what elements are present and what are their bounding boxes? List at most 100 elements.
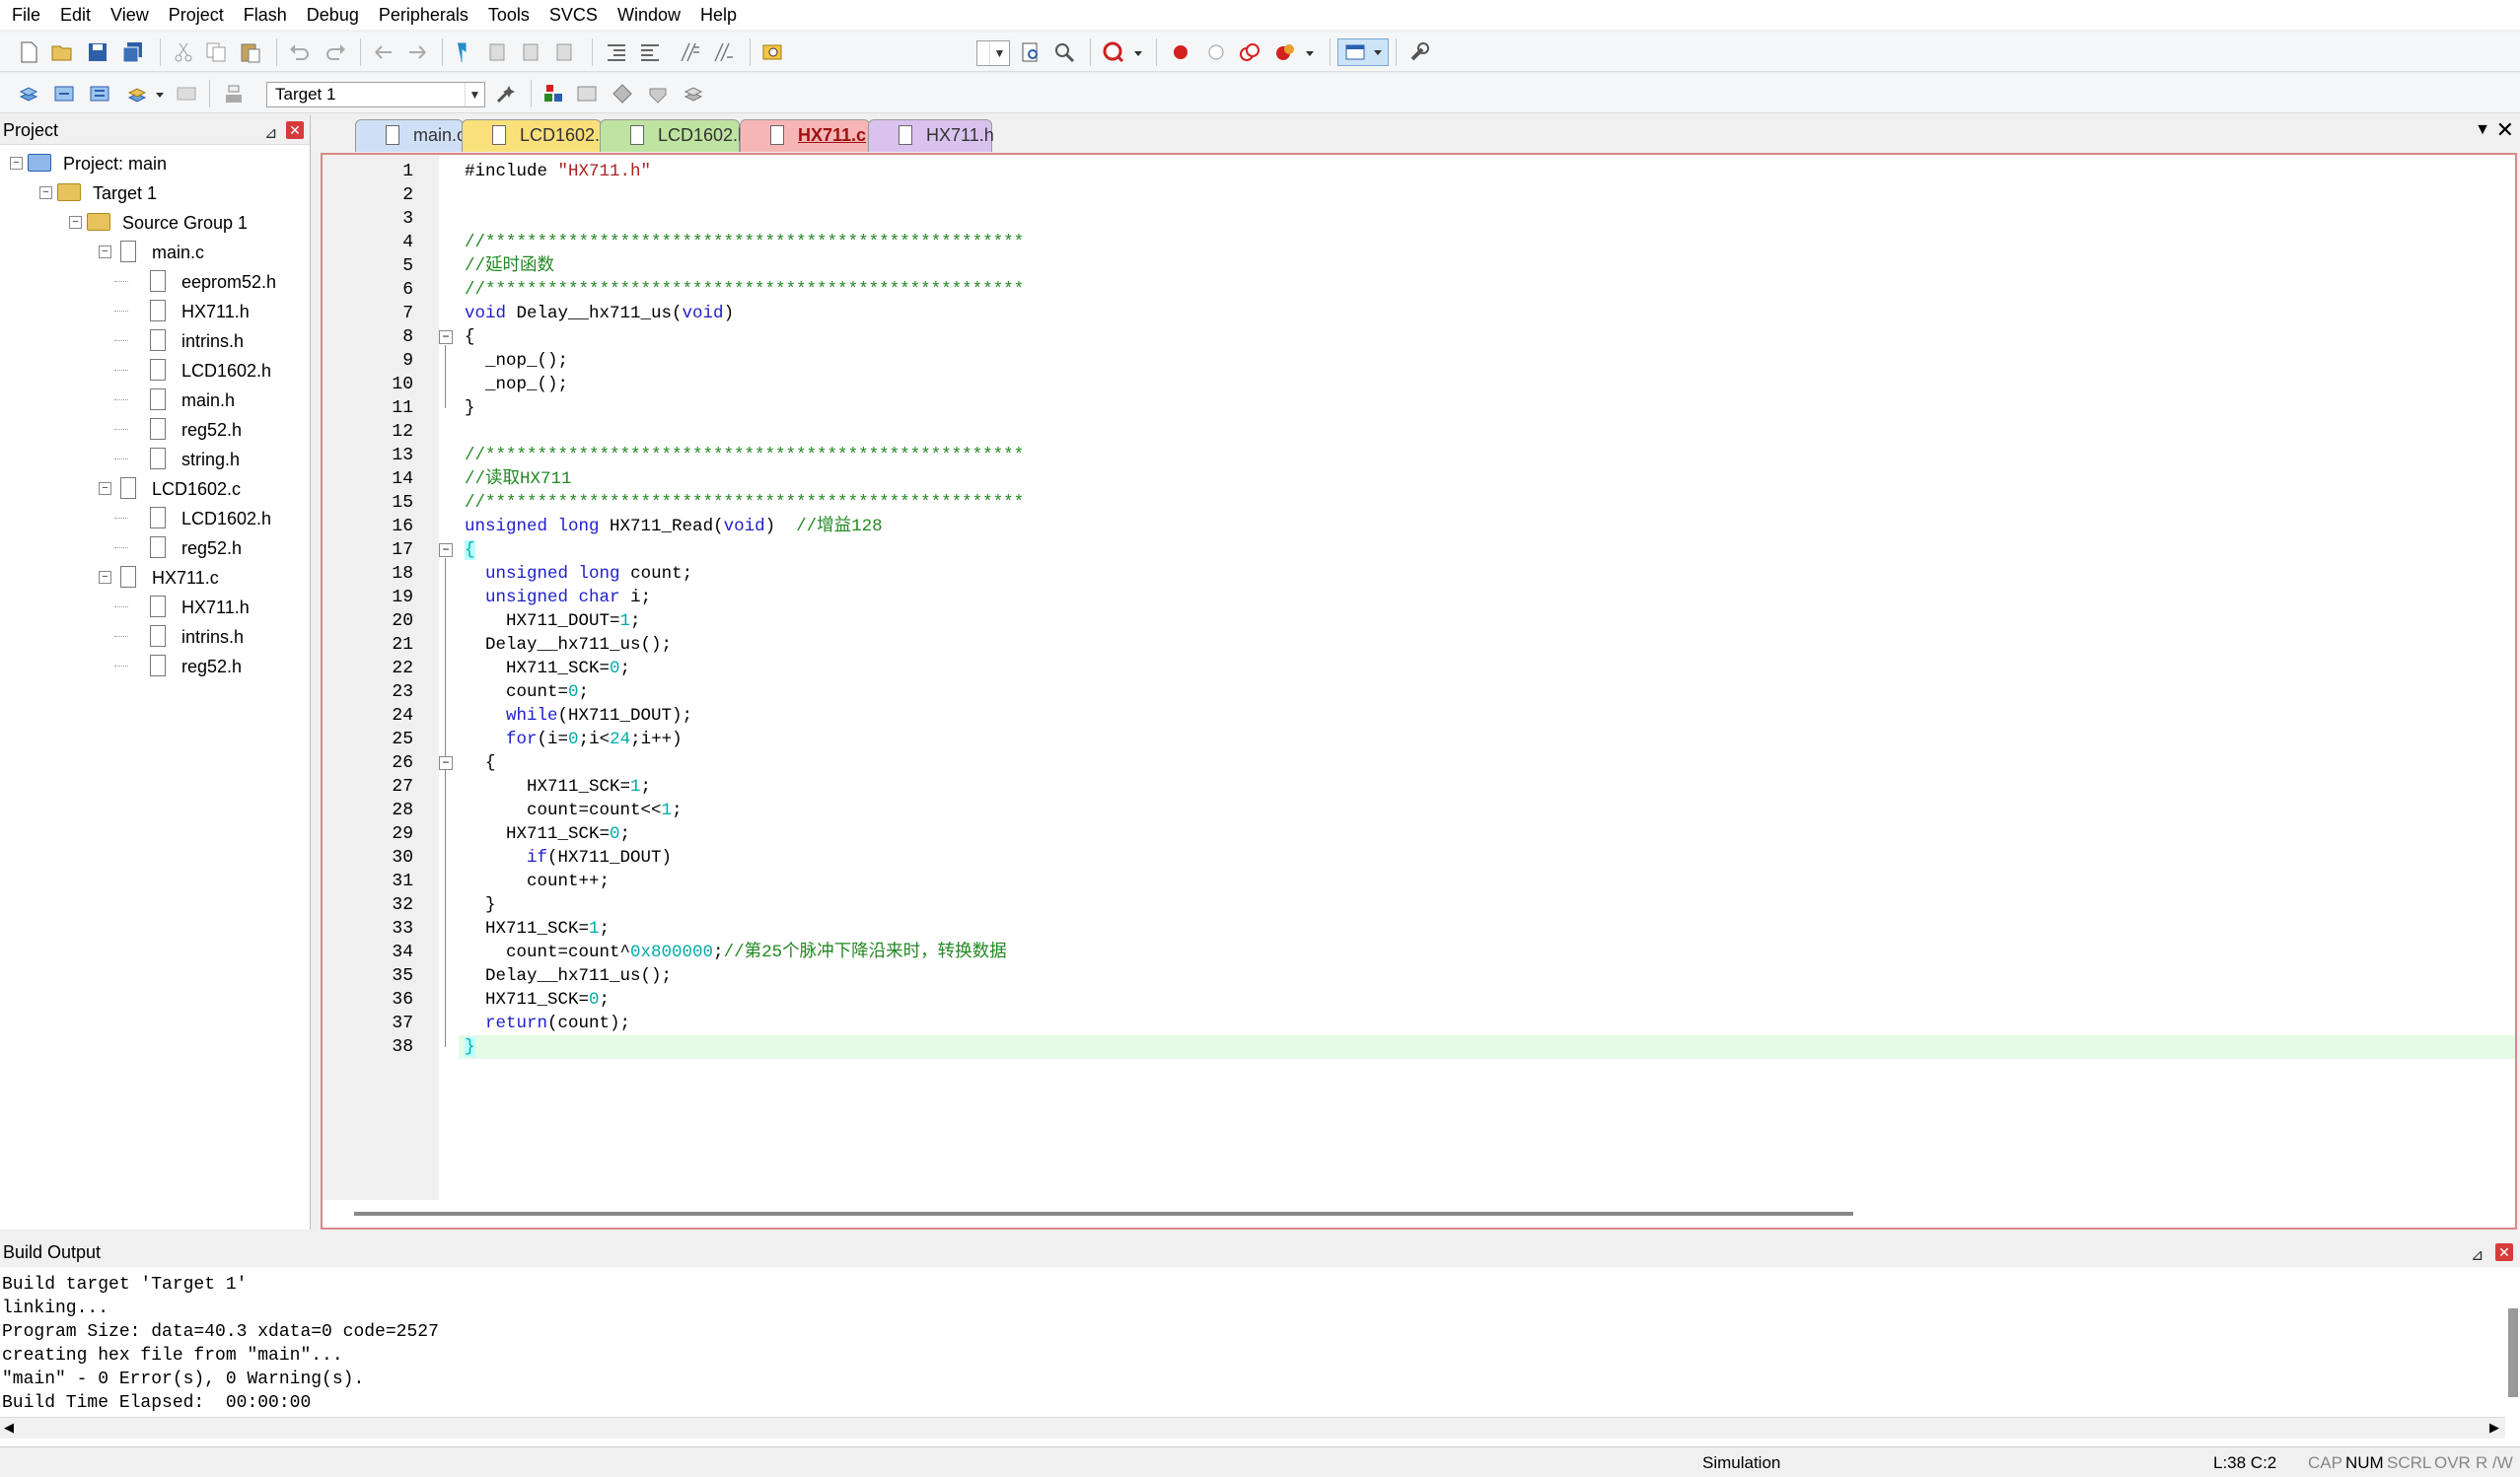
disable-all-breakpoints-icon[interactable] — [1239, 41, 1260, 63]
paste-icon[interactable] — [240, 41, 261, 63]
tree-item-folder[interactable]: Source Group 1 — [122, 209, 248, 237]
code-line[interactable]: void Delay__hx711_us(void) — [465, 302, 734, 325]
tree-item-file[interactable]: HX711.h — [181, 594, 250, 621]
nav-forward-icon[interactable] — [406, 41, 428, 63]
code-line[interactable]: HX711_SCK=1; — [465, 917, 610, 941]
tree-item-file[interactable]: intrins.h — [181, 623, 244, 651]
editor-tab-hx711-h[interactable]: HX711.h — [868, 119, 994, 152]
code-line[interactable]: //**************************************… — [465, 444, 1024, 467]
code-line[interactable]: unsigned char i; — [465, 586, 651, 609]
clear-bookmarks-icon[interactable] — [554, 41, 576, 63]
translate-icon[interactable] — [18, 83, 39, 105]
fold-toggle-icon[interactable]: − — [439, 543, 453, 557]
code-line[interactable]: _nop_(); — [465, 349, 568, 373]
save-all-icon[interactable] — [122, 41, 144, 63]
editor-hscrollbar[interactable] — [354, 1212, 1853, 1216]
tree-item-target[interactable]: Target 1 — [93, 179, 157, 207]
indent-icon[interactable] — [606, 41, 627, 63]
find-combo[interactable]: ▼ — [976, 40, 1010, 66]
open-folder-icon[interactable] — [51, 41, 73, 63]
pin-icon[interactable]: ⊿ — [264, 119, 277, 149]
tree-toggle-icon[interactable]: − — [69, 216, 82, 229]
new-file-icon[interactable] — [18, 41, 39, 63]
code-line[interactable]: HX711_SCK=0; — [465, 822, 630, 846]
code-line[interactable]: count=0; — [465, 680, 589, 704]
code-line[interactable]: for(i=0;i<24;i++) — [465, 728, 683, 751]
editor-tab-hx711-c[interactable]: HX711.c — [740, 119, 870, 152]
nav-back-icon[interactable] — [373, 41, 395, 63]
menu-svcs[interactable]: SVCS — [540, 0, 608, 30]
kill-all-breakpoints-icon[interactable] — [1274, 41, 1296, 63]
code-line[interactable]: } — [465, 893, 496, 917]
target-options-icon[interactable] — [495, 83, 517, 105]
menu-help[interactable]: Help — [690, 0, 747, 30]
tree-toggle-icon[interactable]: − — [39, 186, 52, 199]
code-line[interactable]: unsigned long HX711_Read(void) //增益128 — [465, 515, 883, 538]
code-line[interactable]: count++; — [465, 870, 610, 893]
insert-breakpoint-icon[interactable] — [1170, 41, 1191, 63]
tree-toggle-icon[interactable]: − — [99, 246, 111, 258]
code-line[interactable]: HX711_SCK=1; — [465, 775, 651, 799]
code-line[interactable]: { — [465, 325, 475, 349]
fold-toggle-icon[interactable]: − — [439, 756, 453, 770]
code-line[interactable]: count=count<<1; — [465, 799, 683, 822]
code-editor[interactable]: 1 2 3 4 5 6 7 8 9 10 11 12 13 14 15 16 17 18 19 20 21 22 23 24 2… — [321, 153, 2517, 1230]
code-line[interactable]: HX711_SCK=0; — [465, 657, 630, 680]
manage-project-items-icon[interactable] — [542, 83, 564, 105]
tree-item-project[interactable]: Project: main — [63, 150, 167, 177]
uncomment-icon[interactable] — [712, 41, 734, 63]
code-line[interactable]: count=count^0x800000;//第25个脉冲下降沿来时，转换数据 — [465, 941, 1007, 964]
code-line[interactable]: Delay__hx711_us(); — [465, 633, 672, 657]
code-line[interactable]: //延时函数 — [465, 254, 554, 278]
tree-toggle-icon[interactable]: − — [99, 482, 111, 495]
fold-toggle-icon[interactable]: − — [439, 330, 453, 344]
breakpoints-dropdown-icon[interactable] — [1304, 41, 1316, 63]
editor-tab-main-c[interactable]: main.c — [355, 119, 466, 152]
batch-dropdown-icon[interactable] — [154, 83, 166, 105]
tree-item-file[interactable]: eeprom52.h — [181, 268, 276, 296]
incremental-find-icon[interactable] — [1053, 41, 1075, 63]
undo-icon[interactable] — [288, 41, 310, 63]
stop-build-icon[interactable] — [176, 83, 197, 105]
code-line[interactable]: HX711_SCK=0; — [465, 988, 610, 1012]
code-line[interactable]: } — [459, 1035, 2515, 1059]
close-icon[interactable]: ✕ — [286, 121, 304, 139]
copy-icon[interactable] — [205, 41, 227, 63]
build-scroll-left-icon[interactable]: ◀ — [4, 1420, 14, 1436]
enable-breakpoint-icon[interactable] — [1205, 41, 1227, 63]
cut-icon[interactable] — [173, 41, 194, 63]
menu-file[interactable]: File — [2, 0, 50, 30]
comment-icon[interactable] — [679, 41, 700, 63]
find-icon[interactable] — [1020, 41, 1042, 63]
code-line[interactable]: { — [465, 751, 496, 775]
code-line[interactable]: Delay__hx711_us(); — [465, 964, 672, 988]
menu-edit[interactable]: Edit — [50, 0, 101, 30]
next-bookmark-icon[interactable] — [521, 41, 542, 63]
download-icon[interactable] — [223, 83, 245, 105]
target-select[interactable]: Target 1 ▼ — [266, 82, 485, 107]
menu-flash[interactable]: Flash — [234, 0, 297, 30]
tree-item-file[interactable]: reg52.h — [181, 653, 242, 680]
menu-window[interactable]: Window — [608, 0, 690, 30]
tree-item-file[interactable]: LCD1602.h — [181, 505, 271, 532]
menu-peripherals[interactable]: Peripherals — [369, 0, 478, 30]
batch-build-icon[interactable] — [126, 83, 148, 105]
code-line[interactable]: return(count); — [465, 1012, 630, 1035]
build-hscrollbar[interactable]: ◀ ▶ — [0, 1417, 2505, 1439]
menu-tools[interactable]: Tools — [478, 0, 540, 30]
tree-item-file[interactable]: LCD1602.c — [152, 475, 241, 503]
tree-item-file[interactable]: HX711.c — [152, 564, 219, 592]
menu-debug[interactable]: Debug — [297, 0, 369, 30]
tree-toggle-icon[interactable]: − — [99, 571, 111, 584]
multi-project-icon[interactable] — [683, 83, 704, 105]
tree-item-file[interactable]: reg52.h — [181, 416, 242, 444]
redo-icon[interactable] — [325, 41, 347, 63]
code-line[interactable]: HX711_DOUT=1; — [465, 609, 641, 633]
unindent-icon[interactable] — [639, 41, 661, 63]
build-close-icon[interactable]: ✕ — [2495, 1243, 2513, 1261]
tree-item-file[interactable]: string.h — [181, 446, 240, 473]
save-icon[interactable] — [87, 41, 108, 63]
editor-tab-lcd1602-c[interactable]: LCD1602.c — [462, 119, 609, 152]
pack-installer-icon[interactable] — [647, 83, 669, 105]
code-line[interactable]: //**************************************… — [465, 231, 1024, 254]
